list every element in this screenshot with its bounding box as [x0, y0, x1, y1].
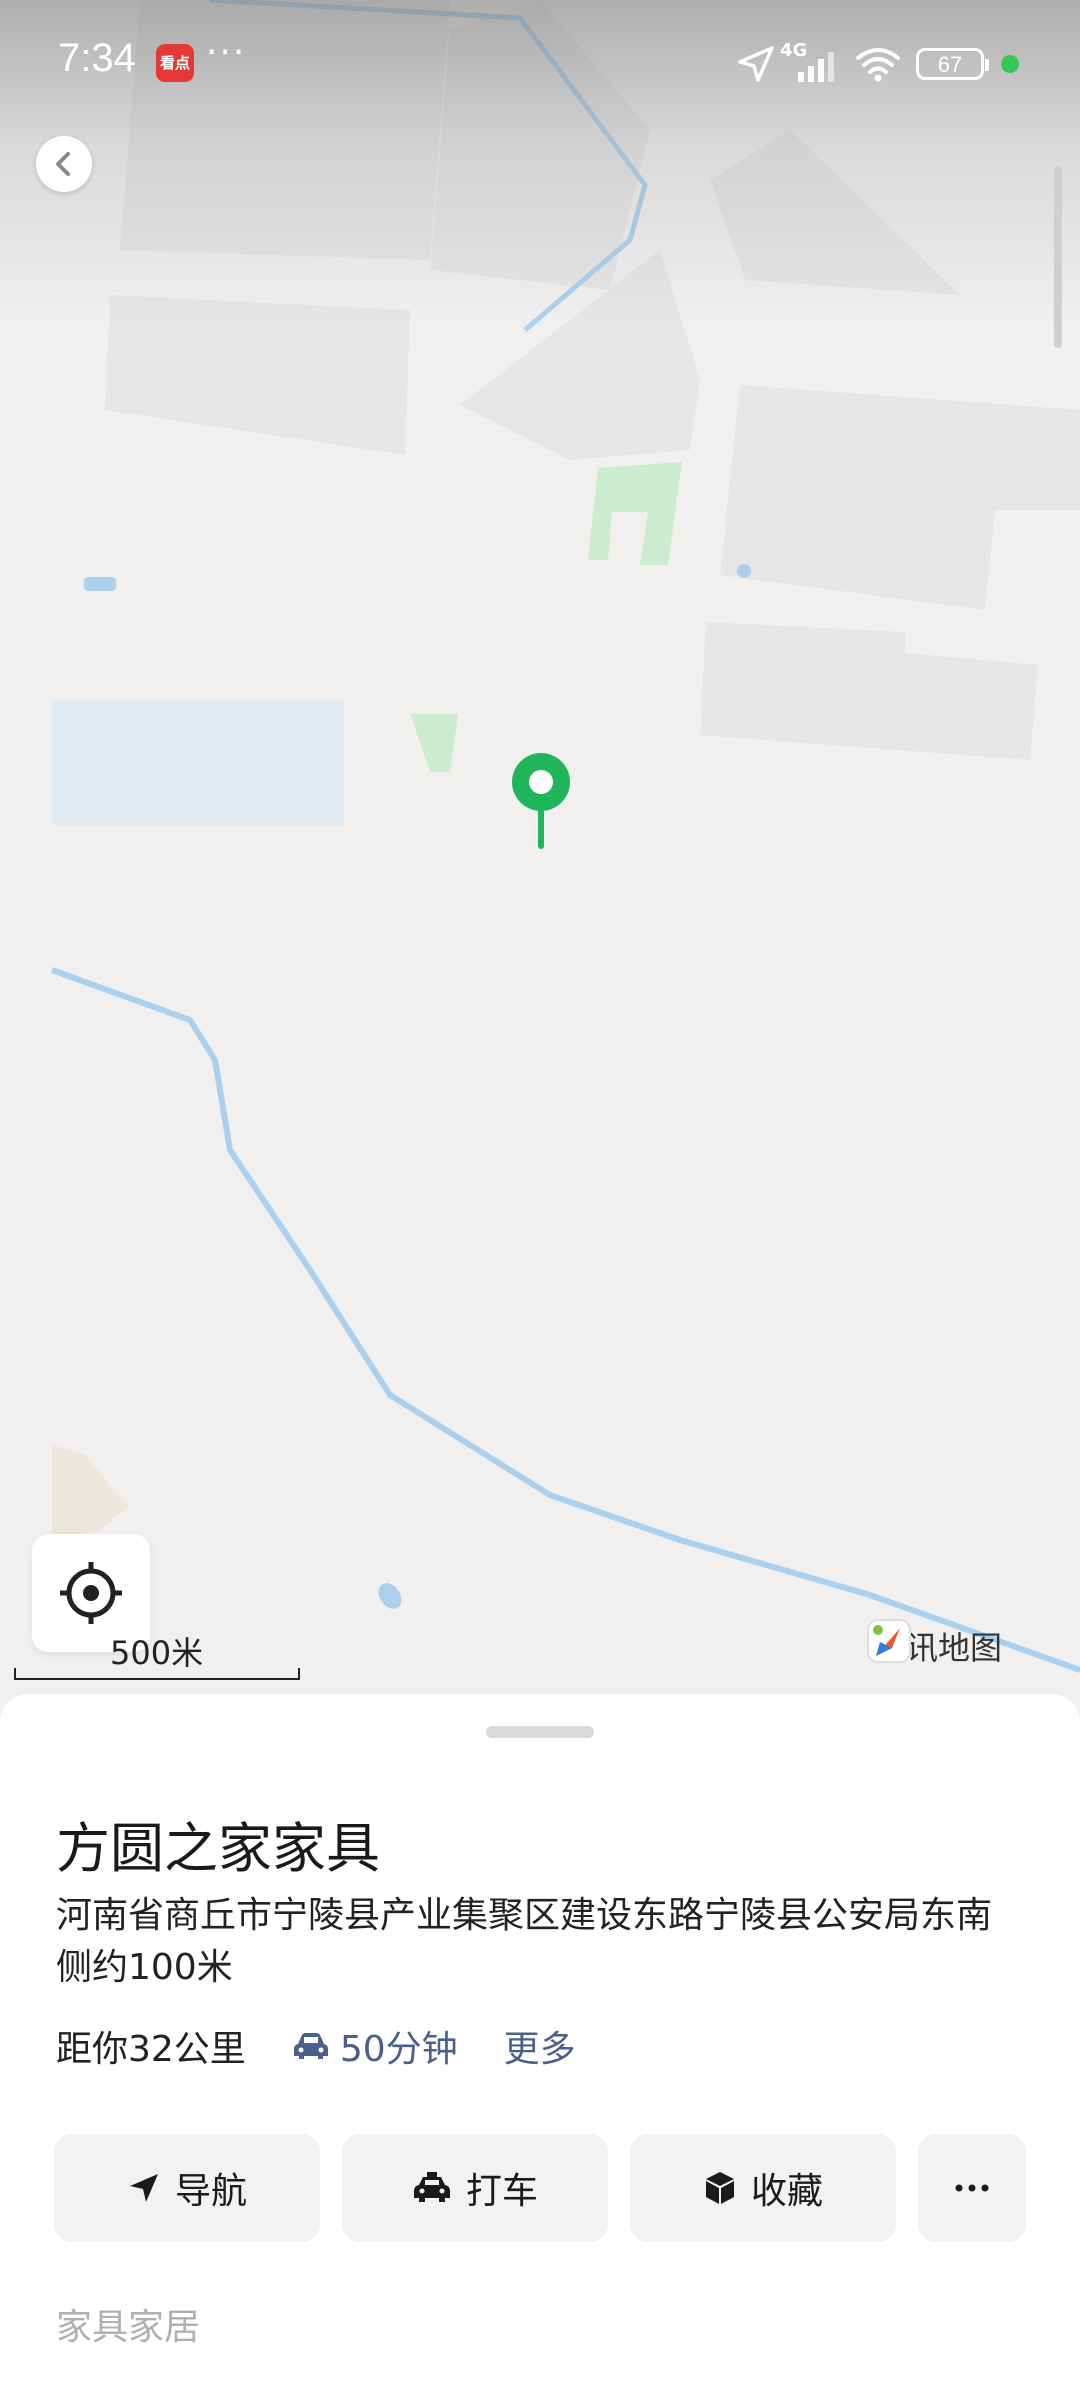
map-water-blob: [84, 577, 116, 591]
map-water-blob: [378, 1583, 402, 1609]
navigate-label: 导航: [174, 2171, 247, 2212]
location-pin-dot: [529, 770, 553, 794]
map-river: [50, 967, 1080, 1673]
map-green-area: [410, 714, 458, 772]
taxi-label: 打车: [465, 2171, 538, 2212]
place-name: 方圆之家家具: [56, 1817, 380, 1880]
battery-icon: 67: [916, 48, 989, 80]
taxi-icon: [413, 2172, 450, 2202]
map-water-blob: [737, 564, 751, 578]
place-category: 家具家居: [56, 2307, 201, 2348]
cellular-signal-icon: [798, 52, 834, 82]
more-link[interactable]: 更多: [504, 2020, 576, 2072]
status-more-icon: ···: [206, 32, 247, 73]
app-notification-icon: 看点: [156, 44, 194, 82]
map-brand: 腾讯地图: [866, 1618, 1002, 1674]
chevron-left-icon: [56, 152, 70, 176]
map-view[interactable]: 500米 腾讯地图: [0, 0, 1080, 1720]
back-button[interactable]: [36, 136, 92, 192]
cube-icon: [705, 2172, 734, 2204]
place-meta-row: 距你32公里 50分钟 更多: [56, 2018, 576, 2074]
location-arrow-icon: [738, 46, 774, 82]
scale-bar: [14, 1668, 300, 1680]
map-sand-area: [52, 1445, 130, 1540]
status-bar: 7:34 看点 ··· 4G 67: [0, 0, 1080, 126]
privacy-indicator-dot: [1001, 55, 1019, 73]
status-time: 7:34: [58, 36, 136, 80]
scroll-indicator: [1054, 166, 1062, 348]
navigation-arrow-icon: [129, 2174, 158, 2202]
tencent-map-logo-icon: [867, 1619, 911, 1663]
more-actions-button[interactable]: [918, 2134, 1026, 2242]
place-address: 河南省商丘市宁陵县产业集聚区建设东路宁陵县公安局东南侧约100米: [56, 1895, 993, 1988]
map-green-area: [588, 462, 682, 565]
car-icon: [293, 2033, 328, 2059]
drive-time-link[interactable]: 50分钟: [292, 2020, 458, 2072]
map-building: [710, 130, 960, 295]
more-horizontal-icon: [955, 2184, 989, 2192]
map-building: [720, 385, 1080, 610]
navigate-button[interactable]: 导航: [54, 2134, 320, 2242]
map-canvas[interactable]: [0, 0, 1080, 1720]
favorite-button[interactable]: 收藏: [630, 2134, 896, 2242]
map-building: [700, 622, 1038, 760]
taxi-button[interactable]: 打车: [342, 2134, 608, 2242]
place-detail-sheet[interactable]: 方圆之家家具 河南省商丘市宁陵县产业集聚区建设东路宁陵县公安局东南侧约100米 …: [0, 1694, 1080, 2400]
wifi-icon: [856, 48, 900, 82]
map-building: [105, 295, 410, 455]
screen: 500米 腾讯地图 7:34 看点 ··· 4G 67 方圆之家家具 河南省商丘…: [0, 0, 1080, 2400]
sheet-drag-handle[interactable]: [486, 1726, 594, 1738]
favorite-label: 收藏: [750, 2171, 823, 2212]
drive-time: 50分钟: [339, 2029, 458, 2070]
action-bar: 导航 打车 收藏: [54, 2134, 1026, 2242]
map-water-area: [52, 700, 344, 825]
map-scale: 500米: [14, 1628, 300, 1680]
place-distance: 距你32公里: [56, 2029, 246, 2070]
